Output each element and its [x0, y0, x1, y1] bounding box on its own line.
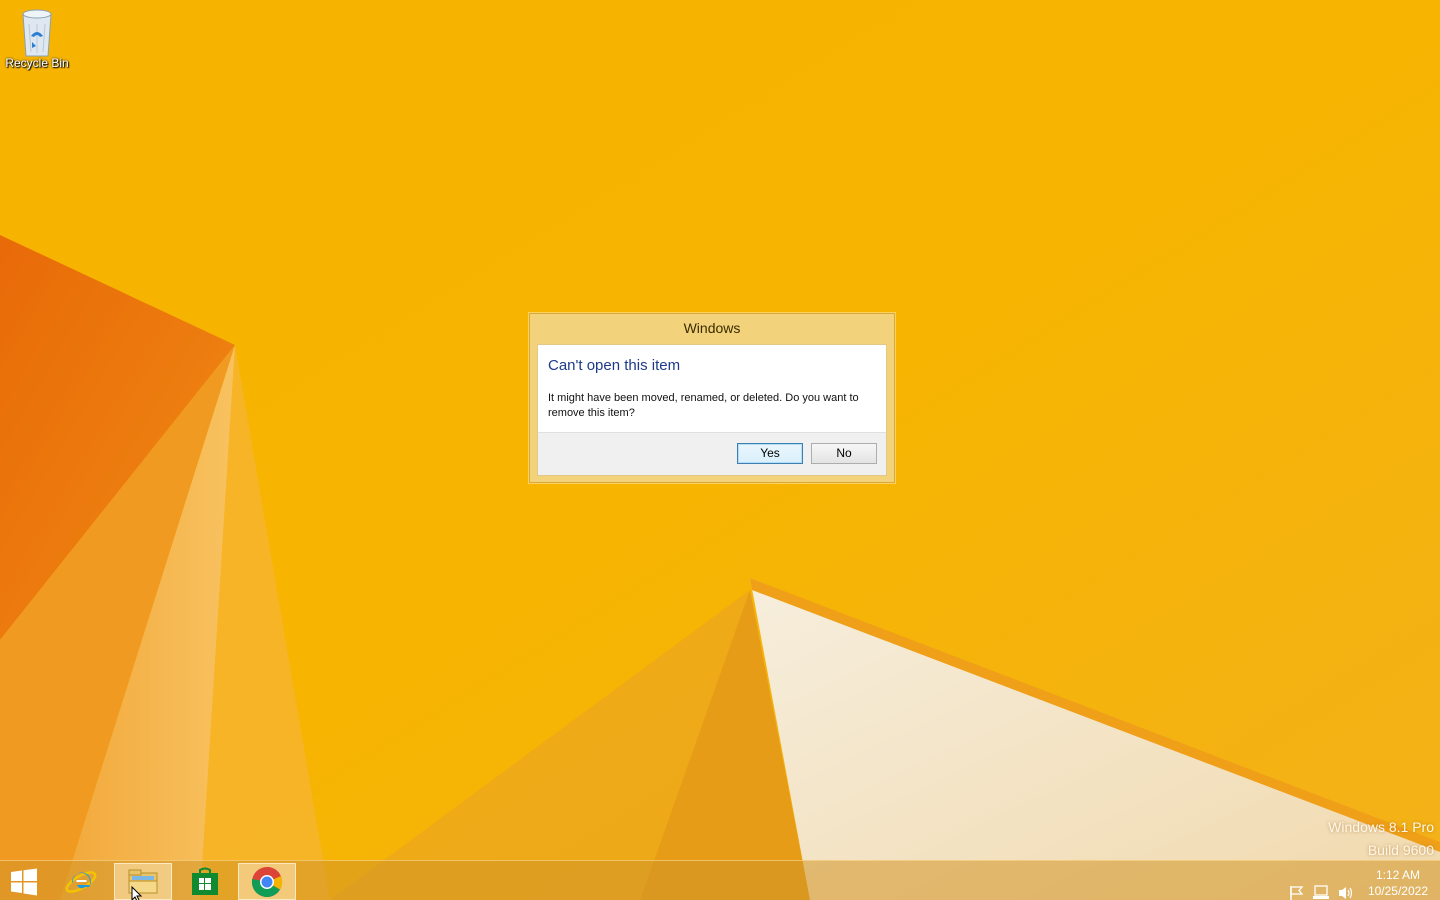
clock-time: 1:12 AM	[1375, 868, 1420, 882]
volume-icon[interactable]	[1337, 873, 1355, 900]
chrome-icon	[251, 866, 283, 897]
taskbar-internet-explorer[interactable]	[52, 863, 110, 900]
os-watermark: Windows 8.1 Pro Build 9600	[1328, 816, 1434, 862]
taskbar-file-explorer[interactable]	[114, 863, 172, 900]
system-clock[interactable]: 1:12 AM 10/25/2022	[1368, 867, 1428, 899]
dialog-footer: Yes No	[538, 432, 886, 475]
no-button[interactable]: No	[811, 443, 877, 464]
dialog-heading: Can't open this item	[548, 357, 681, 374]
cant-open-dialog: Windows Can't open this item It might ha…	[529, 313, 895, 483]
windows-store-icon	[192, 867, 218, 895]
start-button[interactable]	[0, 863, 48, 900]
taskbar-chrome[interactable]	[238, 863, 296, 900]
dialog-message: It might have been moved, renamed, or de…	[548, 392, 859, 419]
watermark-build: Build 9600	[1367, 842, 1434, 858]
taskbar-store[interactable]	[176, 863, 234, 900]
taskbar: 1:12 AM 10/25/2022	[0, 860, 1440, 900]
watermark-edition: Windows 8.1 Pro	[1328, 819, 1434, 835]
recycle-bin-shortcut[interactable]: Recycle Bin	[2, 6, 72, 70]
clock-date: 10/25/2022	[1367, 884, 1428, 898]
recycle-bin-icon	[22, 9, 52, 57]
yes-button[interactable]: Yes	[737, 443, 803, 464]
internet-explorer-icon	[65, 870, 97, 893]
desktop: Recycle Bin Windows 8.1 Pro Build 9600 W…	[0, 0, 1440, 900]
network-icon[interactable]	[1312, 873, 1332, 900]
action-center-flag-icon[interactable]	[1288, 873, 1306, 900]
mouse-cursor-icon	[131, 886, 143, 900]
dialog-body: Can't open this item It might have been …	[537, 344, 887, 476]
windows-start-icon	[11, 868, 37, 895]
recycle-bin-label: Recycle Bin	[5, 56, 69, 70]
dialog-title: Windows	[683, 320, 741, 336]
